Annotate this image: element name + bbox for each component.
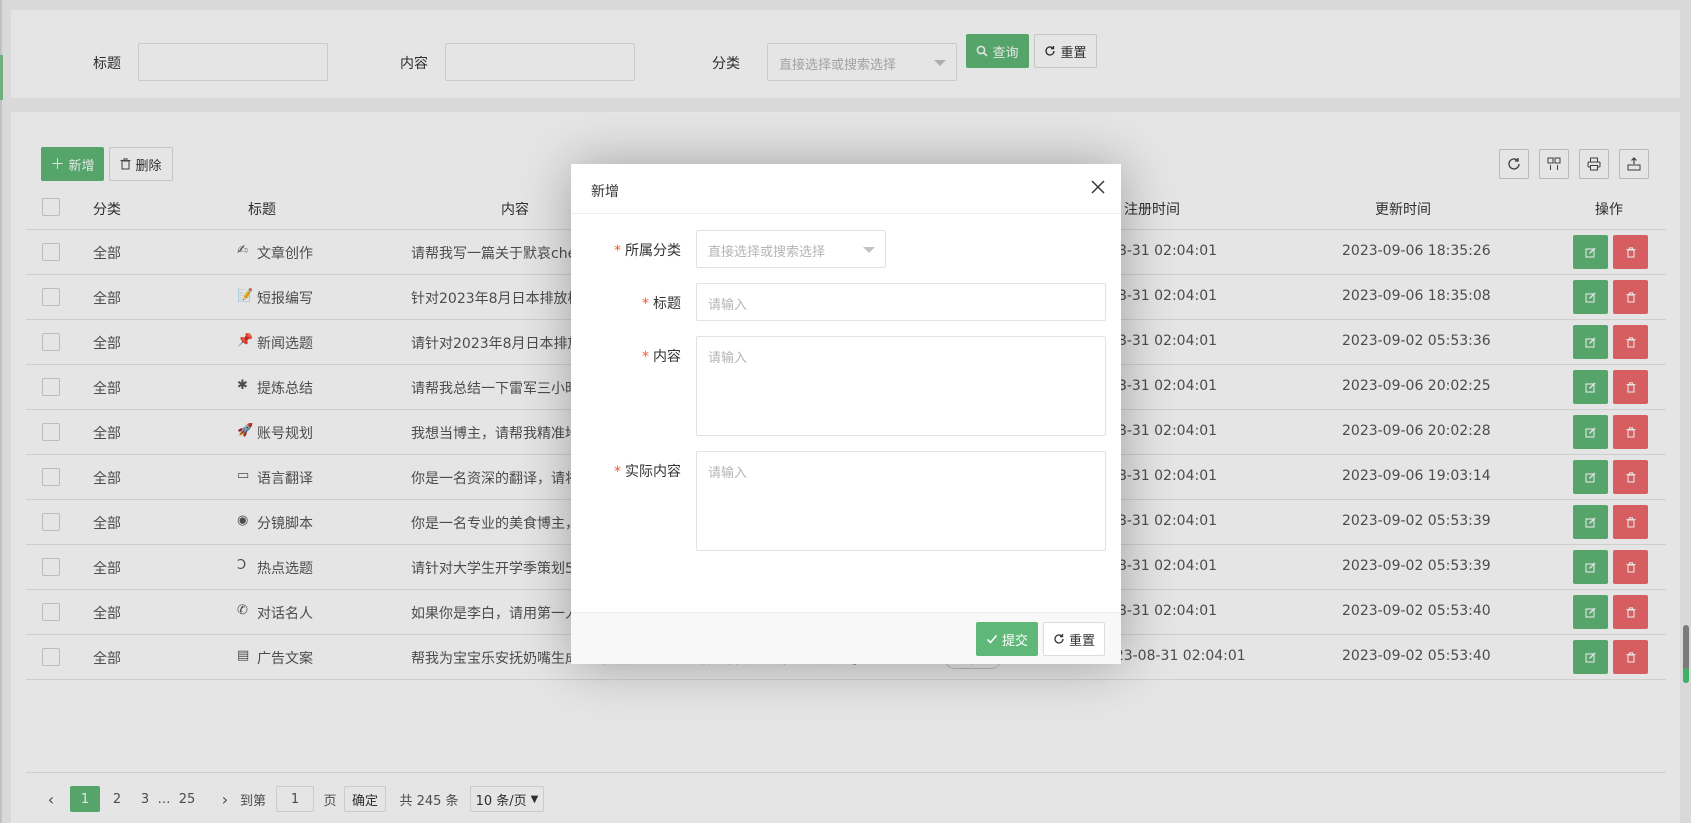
modal-content-label-text: 内容: [653, 349, 681, 365]
modal-title-label-text: 标题: [653, 296, 681, 312]
modal-title-label: * 标题: [571, 293, 681, 313]
required-mark: *: [614, 243, 621, 259]
modal-category-label: * 所属分类: [571, 240, 681, 260]
required-mark: *: [614, 464, 621, 480]
modal-content-label: * 内容: [571, 346, 681, 366]
required-mark: *: [642, 349, 649, 365]
modal-header: 新增: [571, 164, 1121, 214]
required-mark: *: [642, 296, 649, 312]
modal-actual-textarea[interactable]: 请输入: [696, 451, 1106, 551]
refresh-icon: [1054, 634, 1064, 644]
modal-reset-button[interactable]: 重置: [1043, 622, 1105, 656]
modal-category-select[interactable]: 直接选择或搜索选择: [696, 230, 886, 268]
submit-button[interactable]: 提交: [976, 622, 1038, 656]
submit-button-label: 提交: [1001, 633, 1028, 649]
close-icon[interactable]: [1089, 178, 1107, 196]
modal-footer: 提交 重置: [571, 612, 1121, 664]
add-modal: 新增 * 所属分类 直接选择或搜索选择 * 标题 请输入 * 内容 请输入 * 实际内容…: [571, 164, 1121, 664]
modal-content-textarea[interactable]: 请输入: [696, 336, 1106, 436]
modal-reset-label: 重置: [1068, 633, 1095, 649]
modal-category-label-text: 所属分类: [625, 243, 681, 259]
modal-title: 新增: [591, 184, 619, 200]
modal-title-placeholder: 请输入: [708, 298, 748, 313]
check-icon: [986, 634, 998, 644]
modal-actual-placeholder: 请输入: [708, 466, 748, 481]
modal-actual-label: * 实际内容: [571, 461, 681, 481]
modal-title-input[interactable]: 请输入: [696, 283, 1106, 321]
page: 标题 内容 分类 直接选择或搜索选择 查询 重置 ＋ 新增 删除 分类 标题 内…: [0, 0, 1691, 823]
modal-actual-label-text: 实际内容: [625, 464, 681, 480]
chevron-down-icon: [863, 247, 875, 253]
modal-content-placeholder: 请输入: [708, 351, 748, 366]
modal-category-placeholder: 直接选择或搜索选择: [708, 245, 826, 260]
